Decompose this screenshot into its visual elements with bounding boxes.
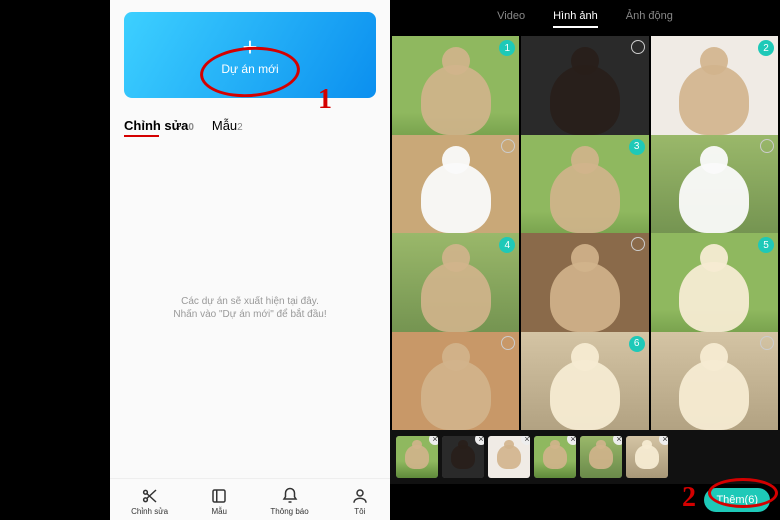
- tab-edit[interactable]: Chỉnh sửa0: [124, 118, 194, 133]
- nav-notifications[interactable]: Thông báo: [270, 487, 308, 516]
- project-tabs: Chỉnh sửa0 Mẫu2: [110, 98, 390, 137]
- template-icon: [210, 487, 228, 505]
- selection-badge: 6: [629, 336, 645, 352]
- close-icon[interactable]: ×: [613, 436, 622, 445]
- add-button-row: Thêm(6): [390, 484, 780, 520]
- nav-edit[interactable]: Chỉnh sửa: [131, 487, 168, 516]
- media-item[interactable]: [651, 332, 778, 431]
- media-grid: 1 2 3 4 5 6: [390, 34, 780, 430]
- nav-profile[interactable]: Tôi: [351, 487, 369, 516]
- new-project-button[interactable]: + Dự án mới: [124, 12, 376, 98]
- plus-icon: +: [242, 34, 257, 60]
- tab-image[interactable]: Hình ảnh: [553, 6, 598, 28]
- tab-video[interactable]: Video: [497, 6, 525, 28]
- annotation-step-1: 1: [318, 84, 332, 116]
- tab-gif[interactable]: Ảnh động: [626, 6, 673, 28]
- bottom-nav: Chỉnh sửa Mẫu Thông báo Tôi: [110, 478, 390, 520]
- empty-projects: Các dự án sẽ xuất hiện tại đây. Nhấn vào…: [110, 137, 390, 478]
- editor-home-screen: + Dự án mới Chỉnh sửa0 Mẫu2 Các dự án sẽ…: [110, 0, 390, 520]
- new-project-label: Dự án mới: [221, 62, 278, 76]
- selection-circle: [760, 336, 774, 350]
- scissors-icon: [141, 487, 159, 505]
- tab-template[interactable]: Mẫu2: [212, 118, 243, 133]
- add-button[interactable]: Thêm(6): [704, 488, 770, 512]
- selected-thumb[interactable]: ×: [580, 436, 622, 478]
- selection-circle: [501, 139, 515, 153]
- close-icon[interactable]: ×: [659, 436, 668, 445]
- selection-strip: × × × × × ×: [390, 430, 780, 484]
- close-icon[interactable]: ×: [475, 436, 484, 445]
- media-item[interactable]: [392, 332, 519, 431]
- selection-circle: [501, 336, 515, 350]
- close-icon[interactable]: ×: [521, 436, 530, 445]
- selection-circle: [760, 139, 774, 153]
- selected-thumb[interactable]: ×: [396, 436, 438, 478]
- media-type-tabs: Video Hình ảnh Ảnh động: [390, 0, 780, 34]
- person-icon: [351, 487, 369, 505]
- nav-template[interactable]: Mẫu: [210, 487, 228, 516]
- close-icon[interactable]: ×: [429, 436, 438, 445]
- bell-icon: [281, 487, 299, 505]
- selection-badge: 5: [758, 237, 774, 253]
- close-icon[interactable]: ×: [567, 436, 576, 445]
- selection-badge: 2: [758, 40, 774, 56]
- selected-thumb[interactable]: ×: [626, 436, 668, 478]
- selected-thumb[interactable]: ×: [534, 436, 576, 478]
- media-picker-screen: Video Hình ảnh Ảnh động 1 2 3 4 5 6 × × …: [390, 0, 780, 520]
- media-item[interactable]: 6: [521, 332, 648, 431]
- selection-circle: [631, 40, 645, 54]
- selection-badge: 3: [629, 139, 645, 155]
- annotation-step-2: 2: [682, 482, 696, 514]
- selection-circle: [631, 237, 645, 251]
- selected-thumb[interactable]: ×: [442, 436, 484, 478]
- selected-thumb[interactable]: ×: [488, 436, 530, 478]
